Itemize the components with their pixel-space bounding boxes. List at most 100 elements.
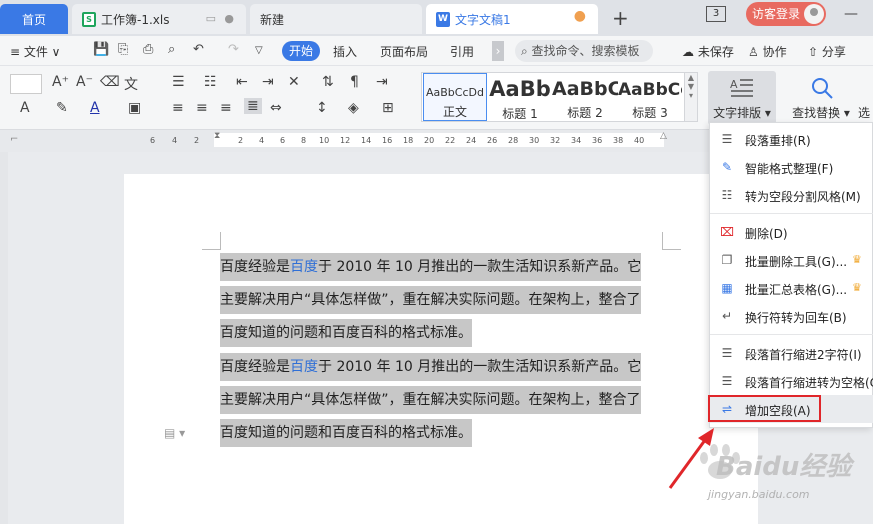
undo-icon[interactable]: ↶ [193, 42, 204, 57]
style-heading-3[interactable]: AaBbCc 标题 3 [618, 73, 682, 121]
decrease-indent-icon[interactable]: ⇤ [236, 74, 248, 90]
delete-icon: ⌧ [720, 225, 734, 239]
shrink-font-icon[interactable]: A⁻ [76, 74, 93, 90]
guest-login-button[interactable]: 访客登录 [746, 2, 826, 26]
style-heading-1[interactable]: AaBb 标题 1 [488, 73, 552, 121]
menu-item-blank-split[interactable]: ☷ 转为空段分割风格(M) [710, 181, 873, 209]
grow-font-icon[interactable]: A⁺ [52, 74, 69, 90]
menu-separator [710, 213, 873, 214]
sort-icon[interactable]: ⇅ [322, 74, 334, 90]
quick-access-dropdown-icon[interactable]: ▽ [255, 45, 263, 56]
font-size-select[interactable] [10, 74, 42, 94]
style-heading-1-preview: AaBb [489, 77, 551, 101]
paragraph-handle-icon[interactable]: ▤ ▾ [164, 426, 185, 440]
paragraph-1[interactable]: 百度经验是百度于 2010 年 10 月推出的一款生活知识系新产品。它 主要解决… [220, 251, 662, 350]
shading-icon[interactable]: ◈ [348, 100, 359, 116]
distribute-icon[interactable]: ⇔ [270, 100, 282, 116]
number-list-icon[interactable]: ☷ [204, 74, 217, 90]
menu-item-smart-format[interactable]: ✎ 智能格式整理(F) [710, 153, 873, 181]
find-replace-label: 查找替换 ▾ [792, 106, 850, 120]
collaborate-label: 协作 [762, 45, 787, 59]
menu-reference[interactable]: 引用 [450, 43, 474, 60]
menu-insert[interactable]: 插入 [333, 43, 357, 60]
style-heading-2[interactable]: AaBbC 标题 2 [552, 73, 618, 121]
vertical-ruler[interactable] [0, 152, 8, 524]
watermark-text: Baidu经验 [716, 452, 852, 482]
justify-icon[interactable]: ≣ [244, 98, 262, 114]
new-tab-plus-icon[interactable]: + [612, 6, 629, 30]
share-button[interactable]: ⇧ 分享 [808, 43, 846, 60]
clear-format-icon[interactable]: ⌫ [100, 74, 120, 90]
crop-mark [202, 249, 220, 250]
menu-item-indent-2[interactable]: ☰ 段落首行缩进2字符(I) [710, 339, 873, 367]
menu-file[interactable]: ≡ 文件 ∨ [10, 43, 60, 60]
menu-item-delete[interactable]: ⌧ 删除(D) [710, 218, 873, 246]
command-search-box[interactable]: ⌕ 查找命令、搜索模板 [515, 40, 653, 62]
export-icon[interactable]: ⎘ [118, 42, 128, 57]
paragraph-marks-icon[interactable]: ⇥ [376, 74, 388, 90]
monitor-icon[interactable]: ▭ [206, 12, 216, 25]
menu-page-layout[interactable]: 页面布局 [380, 43, 428, 60]
premium-crown-icon: ♛ [852, 253, 862, 266]
borders-icon[interactable]: ⊞ [382, 100, 394, 116]
menu-item-batch-table[interactable]: ▦ 批量汇总表格(G)... ♛ [710, 274, 873, 302]
save-icon[interactable]: 💾 [93, 42, 109, 57]
menu-item-line-break[interactable]: ↵ 换行符转为回车(B) [710, 302, 873, 330]
text-effect-icon[interactable]: A [20, 100, 30, 116]
search-icon: ⌕ [521, 44, 532, 58]
indent-space-icon: ☰ [721, 374, 733, 388]
tab-document[interactable]: W 文字文稿1 ● [426, 4, 598, 34]
minimize-icon[interactable]: — [844, 6, 858, 22]
menu-item-paragraph-rearrange[interactable]: ☰ 段落重排(R) [710, 125, 873, 153]
menu-item-batch-delete[interactable]: ❐ 批量删除工具(G)... ♛ [710, 246, 873, 274]
print-icon[interactable]: ⎙ [143, 42, 153, 57]
menu-item-indent-space[interactable]: ☰ 段落首行缩进转为空格(C) [710, 367, 873, 395]
tab-bar: 首页 S 工作簿-1.xls ▭ ● 新建 W 文字文稿1 ● + 3 访客登录… [0, 0, 873, 36]
show-marks-icon[interactable]: ¶ [350, 74, 359, 90]
chinese-layout-icon[interactable]: ✕ [288, 74, 300, 90]
menu-more-arrow[interactable]: › [492, 41, 504, 61]
style-gallery: AaBbCcDd 正文 AaBb 标题 1 AaBbC 标题 2 AaBbCc … [421, 72, 685, 122]
select-button[interactable]: 选 [858, 104, 870, 121]
find-replace-button[interactable]: 查找替换 ▾ [790, 71, 852, 125]
window-count-badge[interactable]: 3 [706, 6, 726, 22]
redo-icon[interactable]: ↷ [228, 42, 239, 57]
font-color-icon[interactable]: A [90, 100, 100, 116]
style-normal[interactable]: AaBbCcDd 正文 [423, 73, 487, 121]
tab-workbook[interactable]: S 工作簿-1.xls ▭ ● [72, 4, 246, 34]
unsaved-status[interactable]: ☁ 未保存 [682, 43, 734, 60]
indent-marker-icon[interactable]: ⧗ [214, 131, 220, 141]
text-layout-button[interactable]: A 文字排版 ▾ [708, 71, 776, 125]
align-center-icon[interactable]: ≡ [196, 100, 208, 116]
align-right-icon[interactable]: ≡ [220, 100, 232, 116]
paragraph-2[interactable]: 百度经验是百度于 2010 年 10 月推出的一款生活知识系新产品。它 主要解决… [220, 351, 662, 450]
phonetic-icon[interactable]: 文 [124, 74, 138, 94]
line-spacing-icon[interactable]: ↕ [316, 100, 328, 116]
crop-mark [662, 232, 663, 250]
menu-start[interactable]: 开始 [282, 41, 320, 61]
tab-new[interactable]: 新建 [250, 4, 422, 34]
tab-home[interactable]: 首页 [0, 4, 68, 34]
baidu-link[interactable]: 百度 [290, 259, 318, 275]
ruler-tick: 38 [613, 136, 624, 145]
collaborate-button[interactable]: ♙ 协作 [748, 43, 787, 60]
char-border-icon[interactable]: ▣ [128, 100, 141, 116]
baidu-link[interactable]: 百度 [290, 359, 318, 375]
right-indent-marker-icon[interactable]: △ [660, 131, 667, 141]
bullet-list-icon[interactable]: ☰ [172, 74, 185, 90]
align-left-icon[interactable]: ≡ [172, 100, 184, 116]
crop-mark [220, 232, 221, 250]
ruler-tick: 20 [424, 136, 435, 145]
increase-indent-icon[interactable]: ⇥ [262, 74, 274, 90]
style-gallery-scroll[interactable]: ▲ ▼ ▾ [684, 72, 698, 122]
text-layout-icon: A [730, 78, 753, 97]
ruler-tick: 18 [403, 136, 414, 145]
print-preview-icon[interactable]: ⌕ [168, 42, 175, 57]
style-normal-preview: AaBbCcDd [426, 86, 484, 99]
magnifier-icon [812, 78, 833, 99]
highlight-pen-icon[interactable]: ✎ [56, 100, 68, 116]
ruler-tick: 14 [361, 136, 372, 145]
text-line: 百度知道的问题和百度百科的格式标准。 [220, 317, 662, 350]
text-layout-menu: ☰ 段落重排(R) ✎ 智能格式整理(F) ☷ 转为空段分割风格(M) ⌧ 删除… [709, 122, 873, 428]
ruler-tick: 28 [508, 136, 519, 145]
